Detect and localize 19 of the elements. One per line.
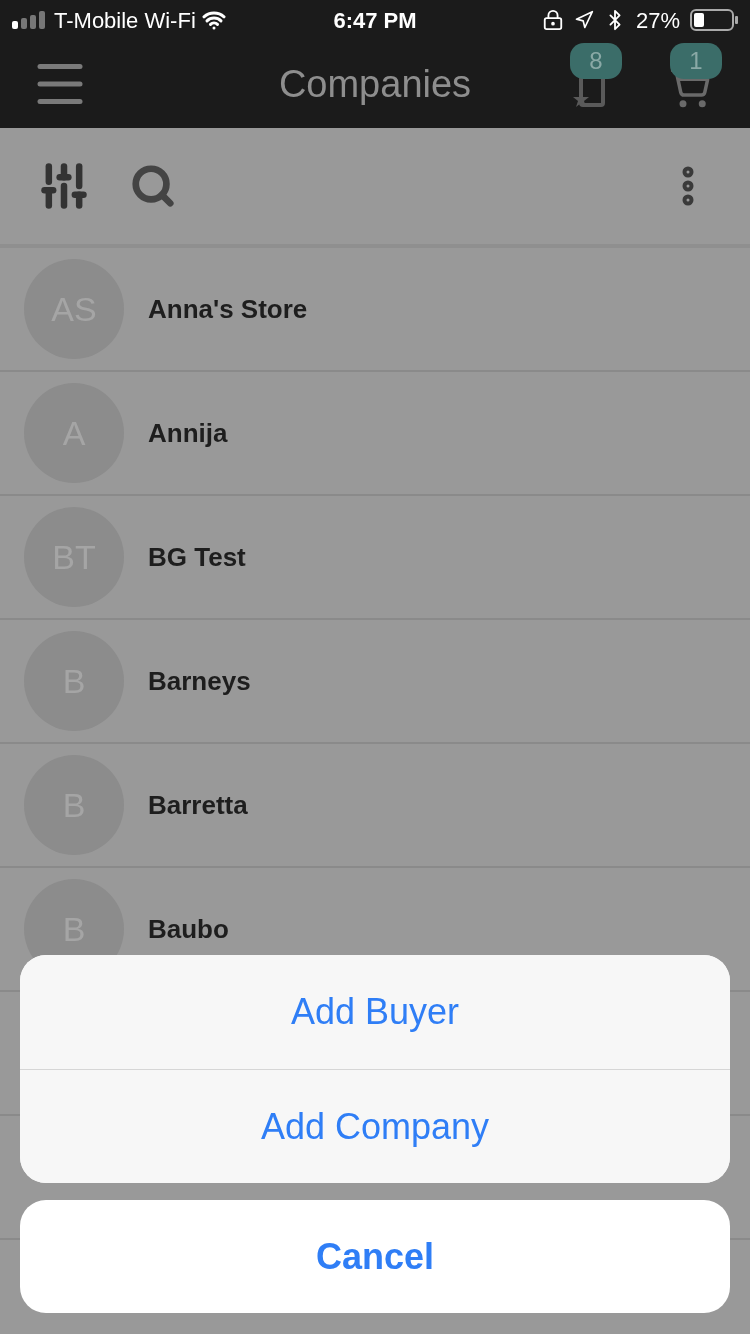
count-badge: 1 xyxy=(670,43,722,79)
search-icon[interactable] xyxy=(130,163,176,209)
company-name: Baubo xyxy=(148,912,229,946)
count-badge: 8 xyxy=(570,43,622,79)
battery-icon xyxy=(690,9,738,31)
time-text: 6:47 PM xyxy=(333,6,417,35)
location-icon xyxy=(573,10,594,30)
carrier-text: T-Mobile Wi-Fi xyxy=(54,6,196,35)
company-name: Barretta xyxy=(148,788,248,822)
nav-title: Companies xyxy=(278,61,472,107)
cancel-button[interactable]: Cancel xyxy=(20,1200,730,1313)
company-name: BG Test xyxy=(148,540,246,574)
battery-text: 27% xyxy=(635,6,680,35)
company-name: Anna's Store xyxy=(148,292,308,326)
company-name: Barneys xyxy=(148,664,251,698)
company-name: Annija xyxy=(148,416,228,450)
signal-icon xyxy=(12,11,48,29)
action-button[interactable]: Add Company xyxy=(20,1069,730,1183)
filter-icon[interactable] xyxy=(38,160,90,212)
